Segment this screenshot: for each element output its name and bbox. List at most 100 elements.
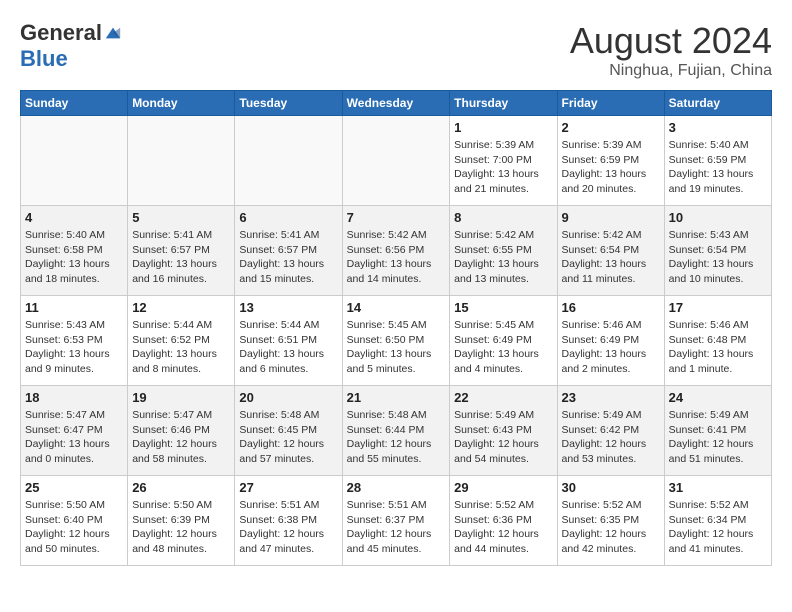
day-cell-13: 13 Sunrise: 5:44 AMSunset: 6:51 PMDayligh… xyxy=(235,296,342,386)
day-number: 19 xyxy=(132,390,230,405)
day-number: 6 xyxy=(239,210,337,225)
day-number: 24 xyxy=(669,390,767,405)
day-number: 8 xyxy=(454,210,552,225)
logo-icon xyxy=(104,24,122,42)
weekday-header-monday: Monday xyxy=(128,91,235,116)
day-cell-24: 24 Sunrise: 5:49 AMSunset: 6:41 PMDayligh… xyxy=(664,386,771,476)
empty-cell xyxy=(21,116,128,206)
day-cell-20: 20Sunrise: 5:48 AMSunset: 6:45 PMDayligh… xyxy=(235,386,342,476)
day-number: 17 xyxy=(669,300,767,315)
day-number: 27 xyxy=(239,480,337,495)
weekday-header-thursday: Thursday xyxy=(450,91,557,116)
day-number: 13 xyxy=(239,300,337,315)
day-cell-5: 5 Sunrise: 5:41 AMSunset: 6:57 PMDaylight… xyxy=(128,206,235,296)
day-info: Sunrise: 5:51 AMSunset: 6:38 PMDaylight:… xyxy=(239,498,337,557)
day-info: Sunrise: 5:52 AMSunset: 6:36 PMDaylight:… xyxy=(454,498,552,557)
day-info: Sunrise: 5:44 AMSunset: 6:51 PMDaylight:… xyxy=(239,318,337,377)
day-cell-6: 6Sunrise: 5:41 AMSunset: 6:57 PMDaylight… xyxy=(235,206,342,296)
empty-cell xyxy=(128,116,235,206)
day-info: Sunrise: 5:42 AMSunset: 6:54 PMDaylight:… xyxy=(562,228,660,287)
day-info: Sunrise: 5:42 AMSunset: 6:56 PMDaylight:… xyxy=(347,228,446,287)
day-info: Sunrise: 5:51 AMSunset: 6:37 PMDaylight:… xyxy=(347,498,446,557)
day-number: 5 xyxy=(132,210,230,225)
day-number: 9 xyxy=(562,210,660,225)
day-number: 25 xyxy=(25,480,123,495)
day-cell-31: 31 Sunrise: 5:52 AMSunset: 6:34 PMDayligh… xyxy=(664,476,771,566)
day-info: Sunrise: 5:50 AMSunset: 6:39 PMDaylight:… xyxy=(132,498,230,557)
day-cell-30: 30Sunrise: 5:52 AMSunset: 6:35 PMDayligh… xyxy=(557,476,664,566)
day-info: Sunrise: 5:46 AMSunset: 6:48 PMDaylight:… xyxy=(669,318,767,377)
calendar: SundayMondayTuesdayWednesdayThursdayFrid… xyxy=(20,90,772,566)
day-cell-14: 14 Sunrise: 5:45 AMSunset: 6:50 PMDayligh… xyxy=(342,296,450,386)
empty-cell xyxy=(342,116,450,206)
day-info: Sunrise: 5:50 AMSunset: 6:40 PMDaylight:… xyxy=(25,498,123,557)
day-cell-12: 12 Sunrise: 5:44 AMSunset: 6:52 PMDayligh… xyxy=(128,296,235,386)
day-cell-23: 23 Sunrise: 5:49 AMSunset: 6:42 PMDayligh… xyxy=(557,386,664,476)
day-cell-28: 28Sunrise: 5:51 AMSunset: 6:37 PMDayligh… xyxy=(342,476,450,566)
day-cell-22: 22 Sunrise: 5:49 AMSunset: 6:43 PMDayligh… xyxy=(450,386,557,476)
day-cell-2: 2Sunrise: 5:39 AMSunset: 6:59 PMDaylight… xyxy=(557,116,664,206)
day-number: 30 xyxy=(562,480,660,495)
weekday-header-row: SundayMondayTuesdayWednesdayThursdayFrid… xyxy=(21,91,772,116)
day-cell-16: 16Sunrise: 5:46 AMSunset: 6:49 PMDayligh… xyxy=(557,296,664,386)
day-number: 3 xyxy=(669,120,767,135)
day-cell-8: 8Sunrise: 5:42 AMSunset: 6:55 PMDaylight… xyxy=(450,206,557,296)
day-info: Sunrise: 5:39 AMSunset: 6:59 PMDaylight:… xyxy=(562,138,660,197)
week-row-4: 18 Sunrise: 5:47 AMSunset: 6:47 PMDayligh… xyxy=(21,386,772,476)
day-number: 23 xyxy=(562,390,660,405)
day-number: 10 xyxy=(669,210,767,225)
day-number: 15 xyxy=(454,300,552,315)
week-row-2: 4Sunrise: 5:40 AMSunset: 6:58 PMDaylight… xyxy=(21,206,772,296)
day-info: Sunrise: 5:41 AMSunset: 6:57 PMDaylight:… xyxy=(132,228,230,287)
day-info: Sunrise: 5:40 AMSunset: 6:59 PMDaylight:… xyxy=(669,138,767,197)
day-cell-26: 26 Sunrise: 5:50 AMSunset: 6:39 PMDayligh… xyxy=(128,476,235,566)
day-number: 29 xyxy=(454,480,552,495)
weekday-header-friday: Friday xyxy=(557,91,664,116)
day-number: 20 xyxy=(239,390,337,405)
day-cell-25: 25 Sunrise: 5:50 AMSunset: 6:40 PMDayligh… xyxy=(21,476,128,566)
title-block: August 2024 Ninghua, Fujian, China xyxy=(570,20,772,80)
day-cell-1: 1 Sunrise: 5:39 AMSunset: 7:00 PMDaylight… xyxy=(450,116,557,206)
weekday-header-saturday: Saturday xyxy=(664,91,771,116)
day-cell-19: 19 Sunrise: 5:47 AMSunset: 6:46 PMDayligh… xyxy=(128,386,235,476)
day-info: Sunrise: 5:43 AMSunset: 6:53 PMDaylight:… xyxy=(25,318,123,377)
day-info: Sunrise: 5:44 AMSunset: 6:52 PMDaylight:… xyxy=(132,318,230,377)
logo: General Blue xyxy=(20,20,122,72)
day-number: 22 xyxy=(454,390,552,405)
logo-blue-text: Blue xyxy=(20,46,68,72)
day-info: Sunrise: 5:49 AMSunset: 6:43 PMDaylight:… xyxy=(454,408,552,467)
day-info: Sunrise: 5:48 AMSunset: 6:44 PMDaylight:… xyxy=(347,408,446,467)
day-number: 12 xyxy=(132,300,230,315)
day-number: 18 xyxy=(25,390,123,405)
day-cell-11: 11 Sunrise: 5:43 AMSunset: 6:53 PMDayligh… xyxy=(21,296,128,386)
logo-general-text: General xyxy=(20,20,102,46)
day-number: 4 xyxy=(25,210,123,225)
day-number: 31 xyxy=(669,480,767,495)
day-info: Sunrise: 5:47 AMSunset: 6:46 PMDaylight:… xyxy=(132,408,230,467)
day-number: 11 xyxy=(25,300,123,315)
day-number: 21 xyxy=(347,390,446,405)
day-cell-27: 27 Sunrise: 5:51 AMSunset: 6:38 PMDayligh… xyxy=(235,476,342,566)
day-info: Sunrise: 5:45 AMSunset: 6:49 PMDaylight:… xyxy=(454,318,552,377)
day-cell-7: 7Sunrise: 5:42 AMSunset: 6:56 PMDaylight… xyxy=(342,206,450,296)
day-info: Sunrise: 5:47 AMSunset: 6:47 PMDaylight:… xyxy=(25,408,123,467)
empty-cell xyxy=(235,116,342,206)
day-number: 26 xyxy=(132,480,230,495)
day-info: Sunrise: 5:49 AMSunset: 6:41 PMDaylight:… xyxy=(669,408,767,467)
week-row-3: 11 Sunrise: 5:43 AMSunset: 6:53 PMDayligh… xyxy=(21,296,772,386)
day-info: Sunrise: 5:45 AMSunset: 6:50 PMDaylight:… xyxy=(347,318,446,377)
day-info: Sunrise: 5:52 AMSunset: 6:34 PMDaylight:… xyxy=(669,498,767,557)
day-info: Sunrise: 5:49 AMSunset: 6:42 PMDaylight:… xyxy=(562,408,660,467)
day-number: 1 xyxy=(454,120,552,135)
weekday-header-sunday: Sunday xyxy=(21,91,128,116)
day-number: 14 xyxy=(347,300,446,315)
day-cell-9: 9 Sunrise: 5:42 AMSunset: 6:54 PMDaylight… xyxy=(557,206,664,296)
day-info: Sunrise: 5:39 AMSunset: 7:00 PMDaylight:… xyxy=(454,138,552,197)
week-row-5: 25 Sunrise: 5:50 AMSunset: 6:40 PMDayligh… xyxy=(21,476,772,566)
day-cell-4: 4Sunrise: 5:40 AMSunset: 6:58 PMDaylight… xyxy=(21,206,128,296)
day-cell-21: 21 Sunrise: 5:48 AMSunset: 6:44 PMDayligh… xyxy=(342,386,450,476)
day-cell-29: 29 Sunrise: 5:52 AMSunset: 6:36 PMDayligh… xyxy=(450,476,557,566)
day-cell-10: 10Sunrise: 5:43 AMSunset: 6:54 PMDayligh… xyxy=(664,206,771,296)
weekday-header-wednesday: Wednesday xyxy=(342,91,450,116)
week-row-1: 1 Sunrise: 5:39 AMSunset: 7:00 PMDaylight… xyxy=(21,116,772,206)
